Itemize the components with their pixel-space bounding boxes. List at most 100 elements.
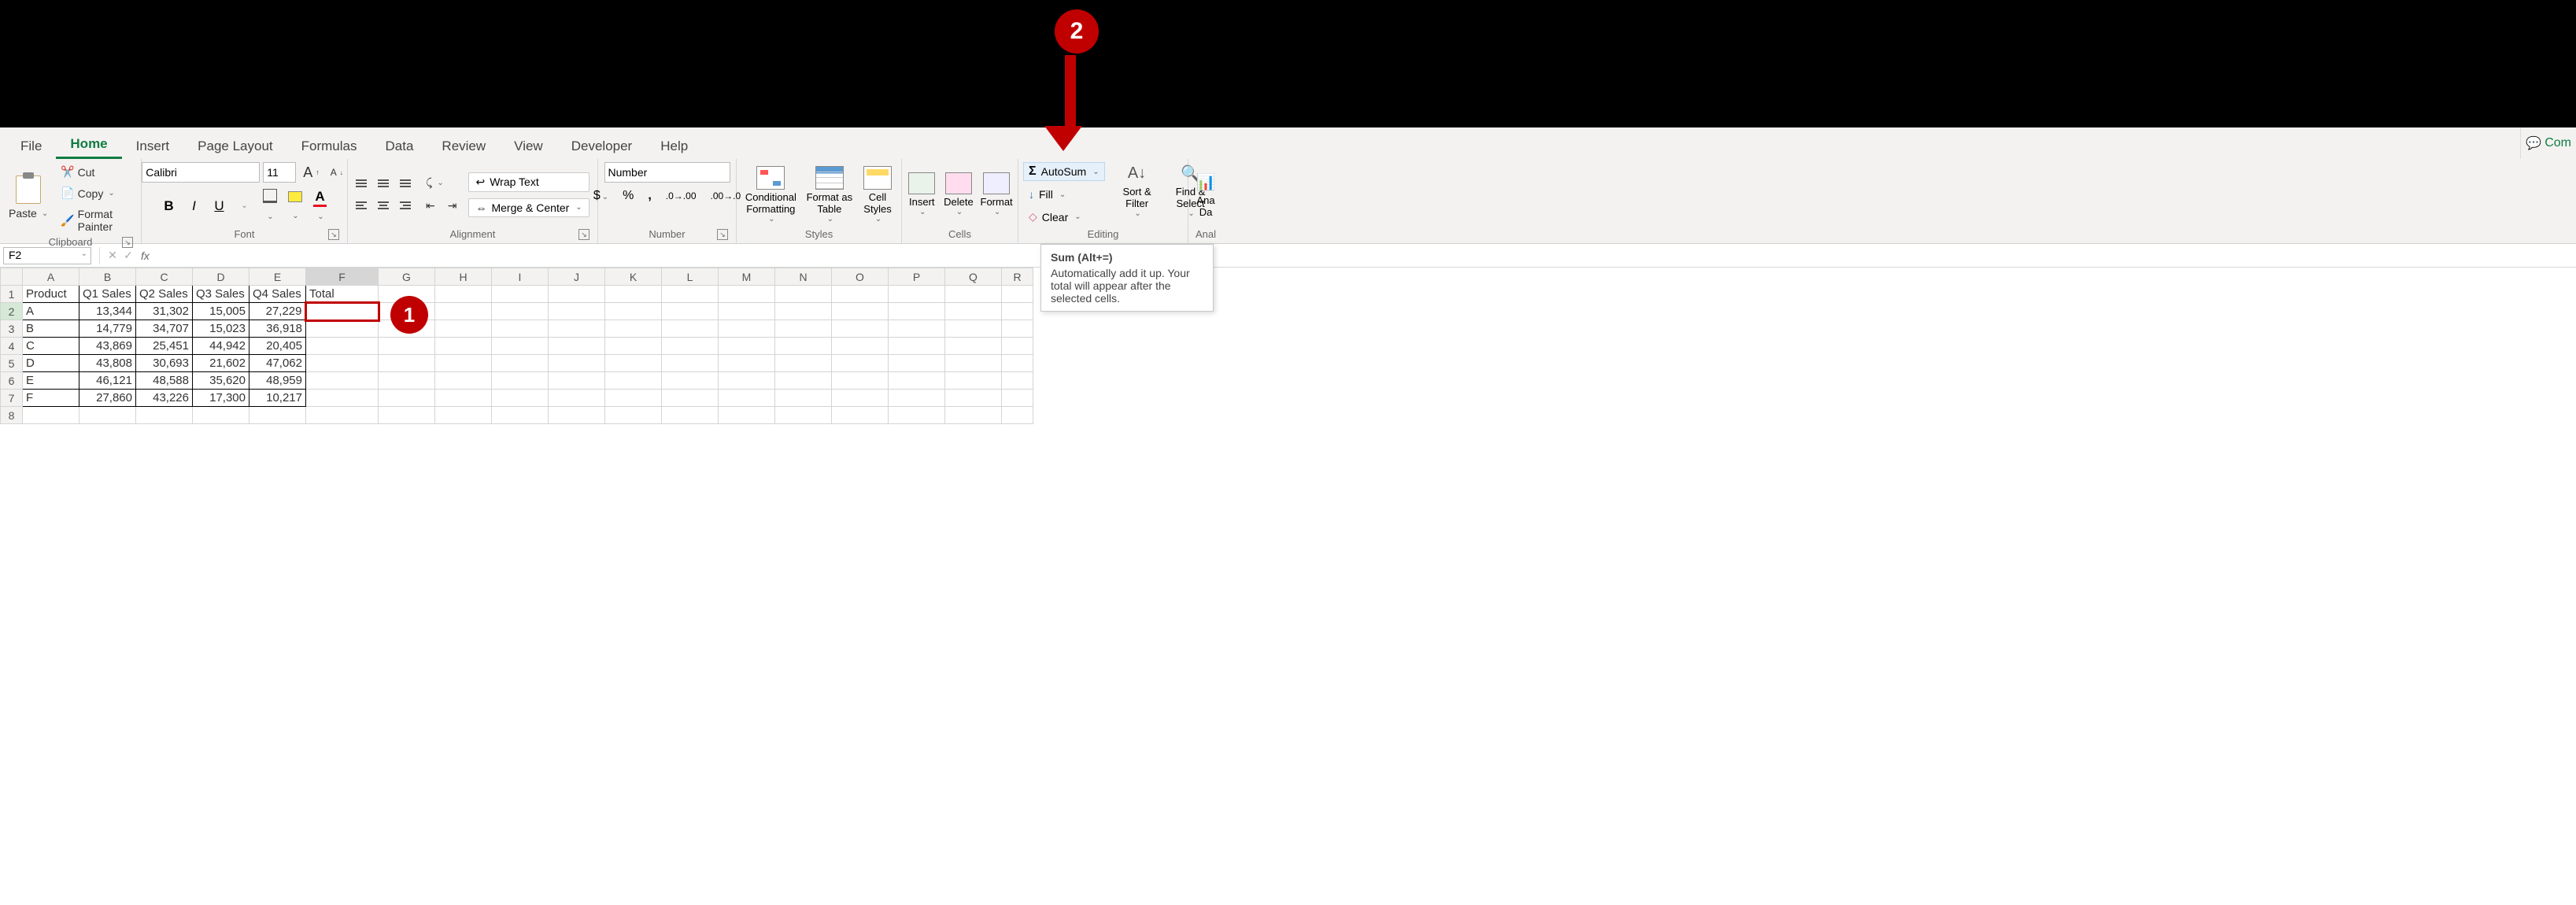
tab-data[interactable]: Data [371, 132, 428, 159]
col-header-D[interactable]: D [193, 268, 249, 286]
cell-L3[interactable] [662, 320, 719, 338]
cell-D3[interactable]: 15,023 [193, 320, 249, 338]
insert-cells-button[interactable]: Insert [907, 172, 937, 216]
cell-A8[interactable] [23, 407, 79, 424]
cell-M3[interactable] [719, 320, 775, 338]
autosum-dropdown[interactable]: ⌄ [1092, 168, 1099, 176]
format-as-table-button[interactable]: Format as Table [805, 166, 854, 223]
cell-D1[interactable]: Q3 Sales [193, 286, 249, 303]
cell-J5[interactable] [549, 355, 605, 372]
col-header-E[interactable]: E [249, 268, 306, 286]
cell-D6[interactable]: 35,620 [193, 372, 249, 390]
delete-cells-button[interactable]: Delete [944, 172, 974, 216]
cell-D5[interactable]: 21,602 [193, 355, 249, 372]
increase-indent-button[interactable]: ⇥ [444, 198, 461, 214]
cell-Q7[interactable] [945, 390, 1002, 407]
cell-P7[interactable] [889, 390, 945, 407]
number-format-select[interactable] [604, 162, 730, 183]
cell-K7[interactable] [605, 390, 662, 407]
cell-G6[interactable] [379, 372, 435, 390]
clipboard-dialog-launcher[interactable]: ↘ [122, 237, 133, 248]
select-all-corner[interactable] [1, 268, 23, 286]
align-center-button[interactable] [375, 197, 392, 214]
cell-A2[interactable]: A [23, 303, 79, 320]
cell-E2[interactable]: 27,229 [249, 303, 306, 320]
font-color-button[interactable]: A [312, 189, 329, 223]
tab-file[interactable]: File [6, 132, 56, 159]
cell-E8[interactable] [249, 407, 306, 424]
row-header-3[interactable]: 3 [1, 320, 23, 338]
orientation-button[interactable]: ⤹ [422, 175, 460, 191]
cell-H8[interactable] [435, 407, 492, 424]
cell-N6[interactable] [775, 372, 832, 390]
fx-icon[interactable]: fx [141, 249, 150, 262]
cell-N8[interactable] [775, 407, 832, 424]
cell-B4[interactable]: 43,869 [79, 338, 136, 355]
cell-L7[interactable] [662, 390, 719, 407]
cell-F2[interactable] [306, 303, 379, 320]
cell-J8[interactable] [549, 407, 605, 424]
cell-B3[interactable]: 14,779 [79, 320, 136, 338]
cell-F7[interactable] [306, 390, 379, 407]
cell-K3[interactable] [605, 320, 662, 338]
cell-F3[interactable] [306, 320, 379, 338]
bold-button[interactable]: B [161, 198, 178, 214]
cell-R8[interactable] [1002, 407, 1033, 424]
cell-E7[interactable]: 10,217 [249, 390, 306, 407]
cell-L6[interactable] [662, 372, 719, 390]
cell-R6[interactable] [1002, 372, 1033, 390]
row-header-6[interactable]: 6 [1, 372, 23, 390]
cell-Q6[interactable] [945, 372, 1002, 390]
accounting-format-button[interactable]: $ [590, 189, 612, 203]
comma-button[interactable]: , [645, 189, 654, 203]
cell-E4[interactable]: 20,405 [249, 338, 306, 355]
cell-J2[interactable] [549, 303, 605, 320]
cell-Q2[interactable] [945, 303, 1002, 320]
format-cells-button[interactable]: Format [980, 172, 1013, 216]
cell-D8[interactable] [193, 407, 249, 424]
tab-review[interactable]: Review [427, 132, 500, 159]
copy-button[interactable]: 📄 Copy [57, 185, 136, 201]
cell-I5[interactable] [492, 355, 549, 372]
row-header-4[interactable]: 4 [1, 338, 23, 355]
cell-H1[interactable] [435, 286, 492, 303]
cell-J3[interactable] [549, 320, 605, 338]
row-header-2[interactable]: 2 [1, 303, 23, 320]
cell-P2[interactable] [889, 303, 945, 320]
cell-A6[interactable]: E [23, 372, 79, 390]
cell-B7[interactable]: 27,860 [79, 390, 136, 407]
cell-L5[interactable] [662, 355, 719, 372]
cell-C8[interactable] [136, 407, 193, 424]
conditional-formatting-button[interactable]: Conditional Formatting [741, 166, 800, 223]
cell-L8[interactable] [662, 407, 719, 424]
cell-L1[interactable] [662, 286, 719, 303]
align-right-button[interactable] [397, 197, 414, 214]
fill-color-button[interactable] [286, 190, 304, 222]
cell-I3[interactable] [492, 320, 549, 338]
cell-A7[interactable]: F [23, 390, 79, 407]
col-header-A[interactable]: A [23, 268, 79, 286]
cell-F5[interactable] [306, 355, 379, 372]
col-header-H[interactable]: H [435, 268, 492, 286]
cell-M8[interactable] [719, 407, 775, 424]
col-header-P[interactable]: P [889, 268, 945, 286]
cell-R7[interactable] [1002, 390, 1033, 407]
cell-K4[interactable] [605, 338, 662, 355]
comments-button[interactable]: 💬 Com [2520, 127, 2576, 159]
cell-H5[interactable] [435, 355, 492, 372]
cell-P4[interactable] [889, 338, 945, 355]
col-header-R[interactable]: R [1002, 268, 1033, 286]
col-header-O[interactable]: O [832, 268, 889, 286]
align-bottom-button[interactable] [397, 175, 414, 192]
spreadsheet-grid[interactable]: A B C D E F G H I J K L M N O P Q R 1 Pr… [0, 268, 1033, 424]
cell-B2[interactable]: 13,344 [79, 303, 136, 320]
cell-C6[interactable]: 48,588 [136, 372, 193, 390]
col-header-G[interactable]: G [379, 268, 435, 286]
cut-button[interactable]: ✂️ Cut [57, 164, 136, 180]
row-header-8[interactable]: 8 [1, 407, 23, 424]
cell-J6[interactable] [549, 372, 605, 390]
cell-F4[interactable] [306, 338, 379, 355]
cell-P1[interactable] [889, 286, 945, 303]
cell-E5[interactable]: 47,062 [249, 355, 306, 372]
increase-font-button[interactable]: A↑ [299, 163, 323, 183]
